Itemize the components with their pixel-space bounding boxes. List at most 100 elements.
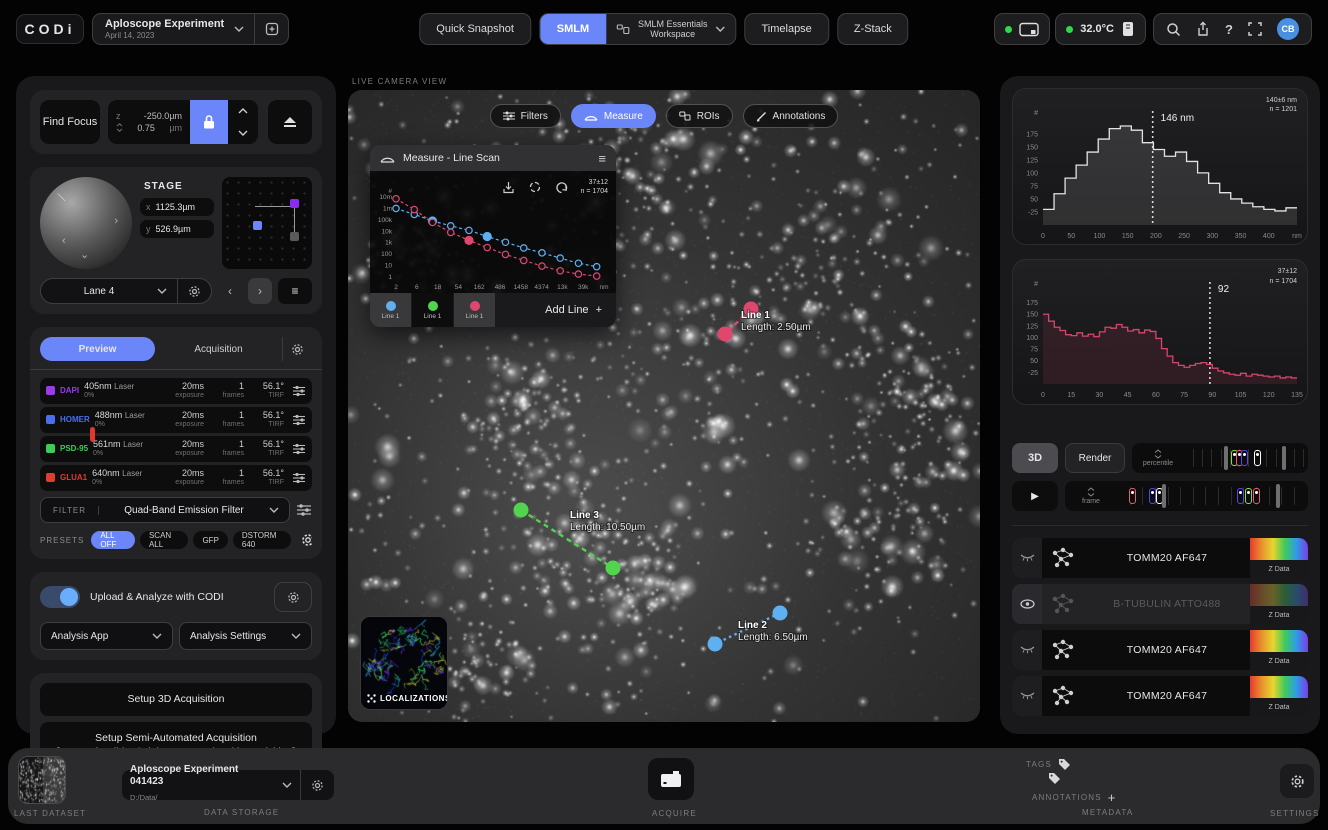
laser-row-dapi[interactable]: DAPI405nm Laser0%20msexposure1frames56.1… <box>40 378 312 404</box>
slider-pin[interactable] <box>1253 488 1260 504</box>
localizations-thumbnail[interactable]: LOCALIZATIONS <box>360 616 448 710</box>
laser-sliders-button[interactable] <box>284 443 306 455</box>
minimap-waypoint[interactable] <box>290 232 299 241</box>
undo-icon[interactable] <box>555 181 568 194</box>
refresh-target-icon[interactable] <box>528 180 542 194</box>
zstack-button[interactable]: Z-Stack <box>837 13 909 45</box>
tab-preview[interactable]: Preview <box>40 337 155 361</box>
analysis-settings-select[interactable]: Analysis Settings <box>179 622 312 650</box>
visibility-toggle[interactable] <box>1012 630 1042 670</box>
frames-cell[interactable]: 1frames <box>204 411 244 429</box>
channels-settings-button[interactable] <box>282 337 312 361</box>
filter-sliders-icon[interactable] <box>296 503 312 517</box>
laser-sliders-button[interactable] <box>284 385 306 397</box>
acquire-button[interactable] <box>648 758 694 800</box>
z-colormap-swatch[interactable] <box>1250 584 1308 606</box>
slider-range-bar[interactable] <box>1224 446 1228 470</box>
visibility-toggle[interactable] <box>1012 584 1042 624</box>
lane-next-button[interactable]: › <box>248 278 272 304</box>
slider-pin[interactable] <box>1241 450 1248 466</box>
camera-status[interactable] <box>994 13 1050 45</box>
channel-row[interactable]: B-TUBULIN ATTO488Z Data <box>1012 584 1308 624</box>
minimap-target-position[interactable] <box>290 199 299 208</box>
add-line-button[interactable]: Add Line + <box>496 293 616 327</box>
measure-panel-menu-icon[interactable]: ≡ <box>598 151 606 166</box>
frames-cell[interactable]: 1frames <box>204 469 244 487</box>
setup-3d-button[interactable]: Setup 3D Acquisition <box>40 683 312 716</box>
tirf-cell[interactable]: 56.1°TIRF <box>244 440 284 458</box>
add-annotation-button[interactable]: + <box>1108 790 1116 805</box>
save-experiment-button[interactable] <box>254 14 288 44</box>
tag-icon[interactable] <box>1058 758 1071 771</box>
smlm-mode-button[interactable]: SMLM <box>540 14 606 44</box>
tirf-cell[interactable]: 56.1°TIRF <box>244 469 284 487</box>
slider-range-bar[interactable] <box>1162 484 1166 508</box>
visibility-toggle[interactable] <box>1012 538 1042 578</box>
avatar[interactable]: CB <box>1277 18 1299 40</box>
settings-button[interactable] <box>1280 764 1314 798</box>
slider-range-bar[interactable] <box>1276 484 1280 508</box>
lane-select[interactable]: Lane 4 <box>40 278 212 304</box>
line-tab-1[interactable]: Line 1 <box>370 293 412 327</box>
slider-pin[interactable] <box>1254 450 1261 466</box>
preset-all-off[interactable]: ALL OFF <box>91 531 135 549</box>
percentile-slider[interactable]: percentile <box>1132 443 1308 473</box>
measurement-line-1[interactable]: Line 1Length: 2.50µm <box>718 302 811 342</box>
tirf-cell[interactable]: 56.1°TIRF <box>244 411 284 429</box>
experiment-select[interactable]: Aploscope Experiment April 14, 2023 <box>92 13 289 45</box>
channel-row[interactable]: TOMM20 AF647Z Data <box>1012 676 1308 716</box>
lane-list-button[interactable]: ≡ <box>278 278 312 304</box>
last-dataset-thumbnail[interactable] <box>18 756 66 804</box>
laser-sliders-button[interactable] <box>284 414 306 426</box>
slider-pin[interactable] <box>1129 488 1136 504</box>
laser-row-psd-95[interactable]: PSD-95561nm Laser0%20msexposure1frames56… <box>40 436 312 462</box>
frames-cell[interactable]: 1frames <box>204 440 244 458</box>
laser-power-handle[interactable] <box>90 427 95 442</box>
laser-sliders-button[interactable] <box>284 472 306 484</box>
eye-closed-icon[interactable] <box>1020 692 1035 700</box>
channel-row[interactable]: TOMM20 AF647Z Data <box>1012 538 1308 578</box>
tirf-cell[interactable]: 56.1°TIRF <box>244 382 284 400</box>
slider-pin[interactable] <box>1237 488 1244 504</box>
z-colormap-swatch[interactable] <box>1250 676 1308 698</box>
tab-acquisition[interactable]: Acquisition <box>161 337 276 361</box>
help-icon[interactable]: ? <box>1225 22 1233 37</box>
exposure-cell[interactable]: 20msexposure <box>164 469 204 487</box>
eye-open-icon[interactable] <box>1020 599 1035 609</box>
z-up-button[interactable] <box>228 100 258 122</box>
presets-gear-icon[interactable] <box>301 533 312 547</box>
channel-row[interactable]: TOMM20 AF647Z Data <box>1012 630 1308 670</box>
minimap-current-position[interactable] <box>253 221 262 230</box>
3d-button[interactable]: 3D <box>1012 443 1058 473</box>
filters-tool-button[interactable]: Filters <box>490 104 561 128</box>
temperature-status[interactable]: 32.0°C <box>1055 13 1146 45</box>
z-colormap-swatch[interactable] <box>1250 538 1308 560</box>
eject-button[interactable] <box>268 100 312 144</box>
workspace-select[interactable]: SMLM Essentials Workspace <box>606 14 736 44</box>
stage-joystick[interactable]: › ⌄ — ‹ <box>40 177 132 269</box>
frames-cell[interactable]: 1frames <box>204 382 244 400</box>
measure-tool-button[interactable]: Measure <box>571 104 656 128</box>
measurement-line-3[interactable]: Line 3Length: 10.50µm <box>514 503 646 576</box>
tag-icon[interactable] <box>1048 772 1061 785</box>
upload-analyze-toggle[interactable] <box>40 586 80 608</box>
find-focus-button[interactable]: Find Focus <box>40 100 100 144</box>
fullscreen-icon[interactable] <box>1248 22 1262 36</box>
exposure-cell[interactable]: 20msexposure <box>164 382 204 400</box>
analysis-app-select[interactable]: Analysis App <box>40 622 173 650</box>
laser-row-homer[interactable]: HOMER488nm Laser0%20msexposure1frames56.… <box>40 407 312 433</box>
line-tab-2[interactable]: Line 1 <box>412 293 454 327</box>
stage-minimap[interactable] <box>222 177 312 269</box>
analyze-settings-button[interactable] <box>274 582 312 612</box>
eye-closed-icon[interactable] <box>1020 554 1035 562</box>
eye-closed-icon[interactable] <box>1020 646 1035 654</box>
exposure-cell[interactable]: 20msexposure <box>164 411 204 429</box>
annotations-tool-button[interactable]: Annotations <box>743 104 839 128</box>
quick-snapshot-button[interactable]: Quick Snapshot <box>419 13 531 45</box>
share-icon[interactable] <box>1196 21 1210 37</box>
visibility-toggle[interactable] <box>1012 676 1042 716</box>
export-icon[interactable] <box>502 181 515 194</box>
measure-panel-header[interactable]: Measure - Line Scan ≡ <box>370 145 616 171</box>
laser-row-glua1[interactable]: GLUA1640nm Laser0%20msexposure1frames56.… <box>40 465 312 491</box>
preset-scan-all[interactable]: SCAN ALL <box>140 531 188 549</box>
